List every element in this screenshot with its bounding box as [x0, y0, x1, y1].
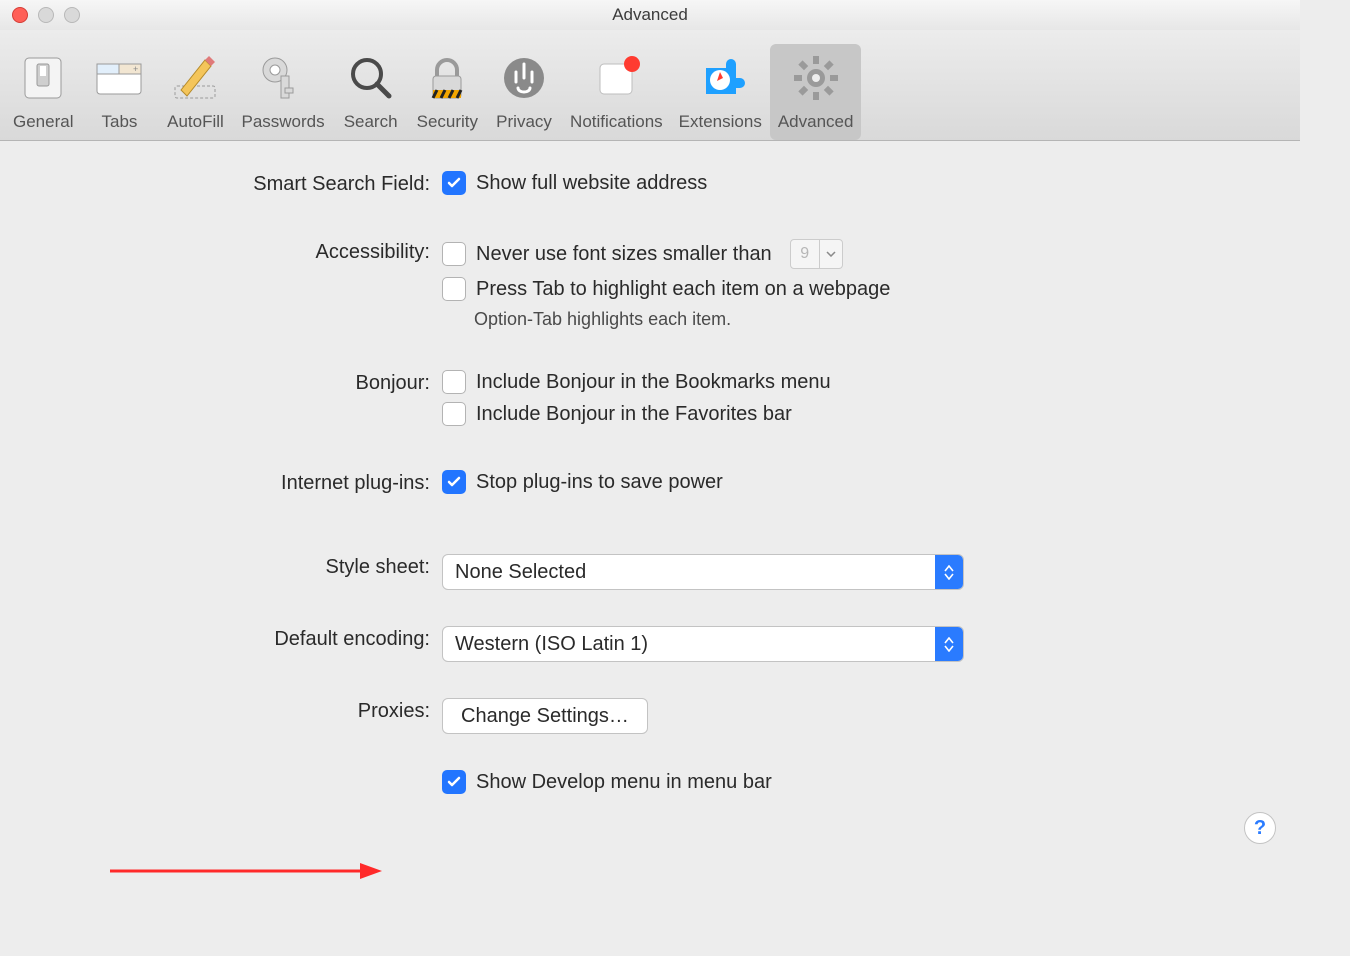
traffic-lights: [12, 7, 80, 23]
tool-search[interactable]: Search: [333, 44, 409, 140]
titlebar: Advanced: [0, 0, 1300, 30]
tab-highlight-text: Press Tab to highlight each item on a we…: [476, 278, 890, 301]
svg-text:+: +: [133, 64, 138, 74]
toolbar-label: Passwords: [241, 112, 324, 132]
notifications-icon: [588, 50, 644, 106]
stylesheet-label: Style sheet:: [40, 554, 442, 579]
toolbar-label: AutoFill: [167, 112, 224, 132]
stylesheet-value: None Selected: [443, 561, 935, 584]
annotation-arrow-icon: [110, 856, 390, 886]
security-icon: [419, 50, 475, 106]
toolbar-label: Notifications: [570, 112, 663, 132]
min-font-text: Never use font sizes smaller than: [476, 243, 772, 266]
show-develop-text: Show Develop menu in menu bar: [476, 771, 772, 794]
tool-autofill[interactable]: AutoFill: [157, 44, 233, 140]
autofill-icon: [167, 50, 223, 106]
toolbar-label: Extensions: [679, 112, 762, 132]
minimize-window-button[interactable]: [38, 7, 54, 23]
general-icon: [15, 50, 71, 106]
search-icon: [343, 50, 399, 106]
tool-passwords[interactable]: Passwords: [233, 44, 332, 140]
window-title: Advanced: [0, 5, 1300, 25]
toolbar-label: Security: [417, 112, 478, 132]
encoding-label: Default encoding:: [40, 626, 442, 651]
proxies-label: Proxies:: [40, 698, 442, 723]
toolbar-label: Advanced: [778, 112, 854, 132]
accessibility-note: Option-Tab highlights each item.: [474, 309, 1260, 330]
stop-plugins-text: Stop plug-ins to save power: [476, 471, 723, 494]
popup-arrows-icon: [935, 627, 963, 661]
bonjour-label: Bonjour:: [40, 370, 442, 395]
encoding-value: Western (ISO Latin 1): [443, 633, 935, 656]
passwords-icon: [255, 50, 311, 106]
bonjour-bookmarks-checkbox[interactable]: [442, 370, 466, 394]
show-full-address-checkbox[interactable]: [442, 171, 466, 195]
tool-advanced[interactable]: Advanced: [770, 44, 862, 140]
toolbar-label: Tabs: [102, 112, 138, 132]
help-icon: ?: [1254, 817, 1266, 840]
show-develop-checkbox[interactable]: [442, 770, 466, 794]
tool-extensions[interactable]: Extensions: [671, 44, 770, 140]
close-window-button[interactable]: [12, 7, 28, 23]
accessibility-label: Accessibility:: [40, 239, 442, 264]
tool-general[interactable]: General: [5, 44, 81, 140]
tabs-icon: +: [91, 50, 147, 106]
preferences-window: Advanced General + Tabs AutoFill Passwor…: [0, 0, 1300, 868]
tool-security[interactable]: Security: [409, 44, 486, 140]
plugins-label: Internet plug-ins:: [40, 470, 442, 495]
show-full-address-text: Show full website address: [476, 172, 707, 195]
encoding-popup[interactable]: Western (ISO Latin 1): [442, 626, 964, 662]
stylesheet-popup[interactable]: None Selected: [442, 554, 964, 590]
help-button[interactable]: ?: [1244, 812, 1276, 844]
change-settings-text: Change Settings…: [461, 705, 629, 728]
min-font-stepper[interactable]: 9: [790, 239, 843, 269]
min-font-checkbox[interactable]: [442, 242, 466, 266]
bonjour-favorites-text: Include Bonjour in the Favorites bar: [476, 403, 792, 426]
tool-notifications[interactable]: Notifications: [562, 44, 671, 140]
change-settings-button[interactable]: Change Settings…: [442, 698, 648, 734]
advanced-icon: [788, 50, 844, 106]
smart-search-label: Smart Search Field:: [40, 171, 442, 196]
min-font-value: 9: [791, 240, 819, 268]
content: Smart Search Field: Show full website ad…: [0, 141, 1300, 868]
stop-plugins-checkbox[interactable]: [442, 470, 466, 494]
bonjour-favorites-checkbox[interactable]: [442, 402, 466, 426]
toolbar-label: General: [13, 112, 73, 132]
bonjour-bookmarks-text: Include Bonjour in the Bookmarks menu: [476, 371, 831, 394]
zoom-window-button[interactable]: [64, 7, 80, 23]
privacy-icon: [496, 50, 552, 106]
toolbar-label: Search: [344, 112, 398, 132]
extensions-icon: [692, 50, 748, 106]
popup-arrows-icon: [935, 555, 963, 589]
tab-highlight-checkbox[interactable]: [442, 277, 466, 301]
preferences-toolbar: General + Tabs AutoFill Passwords Search: [0, 30, 1300, 141]
tool-tabs[interactable]: + Tabs: [81, 44, 157, 140]
toolbar-label: Privacy: [496, 112, 552, 132]
chevron-down-icon: [819, 240, 842, 268]
tool-privacy[interactable]: Privacy: [486, 44, 562, 140]
